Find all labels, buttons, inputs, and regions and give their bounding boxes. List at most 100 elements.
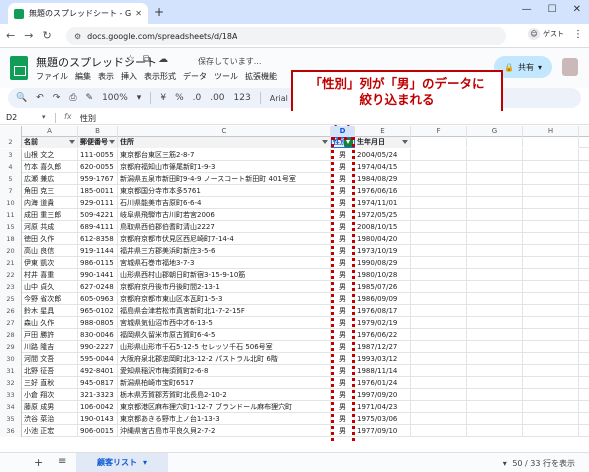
name-cell[interactable]: 鈴木 星具	[22, 305, 78, 317]
back-icon[interactable]: ←	[6, 29, 15, 42]
menu-format[interactable]: 表示形式	[144, 71, 176, 82]
name-cell[interactable]: 伊東 凱次	[22, 257, 78, 269]
empty-cell[interactable]	[467, 329, 523, 341]
empty-cell[interactable]	[467, 317, 523, 329]
number-format-button[interactable]: 123	[234, 93, 251, 103]
sex-cell[interactable]: 男	[331, 413, 355, 425]
zip-cell[interactable]: 492-8401	[78, 365, 118, 377]
empty-cell[interactable]	[411, 377, 467, 389]
birthdate-cell[interactable]: 1973/10/19	[355, 245, 411, 257]
move-folder-icon[interactable]: ⧉	[143, 54, 150, 65]
address-cell[interactable]: 宮城県気仙沼市西中才6-13-5	[118, 317, 331, 329]
zip-cell[interactable]: 627-0248	[78, 281, 118, 293]
empty-cell[interactable]	[411, 269, 467, 281]
address-cell[interactable]: 福岡県久留米市原古賀町6-4-5	[118, 329, 331, 341]
empty-cell[interactable]	[523, 137, 579, 148]
sex-cell[interactable]: 男	[331, 317, 355, 329]
menu-file[interactable]: ファイル	[36, 71, 68, 82]
name-cell[interactable]: 今野 省次郎	[22, 293, 78, 305]
address-cell[interactable]: 新潟県柏崎市宝町6517	[118, 377, 331, 389]
star-icon[interactable]: ☆	[126, 54, 135, 65]
row-number[interactable]: 34	[0, 401, 22, 413]
empty-cell[interactable]	[411, 401, 467, 413]
decrease-decimal-button[interactable]: .0	[193, 93, 202, 103]
birthdate-cell[interactable]: 1976/01/24	[355, 377, 411, 389]
row-number[interactable]: 11	[0, 209, 22, 221]
filter-icon[interactable]	[402, 140, 408, 144]
row-number[interactable]: 30	[0, 353, 22, 365]
empty-cell[interactable]	[467, 365, 523, 377]
empty-cell[interactable]	[411, 209, 467, 221]
sex-cell[interactable]: 男	[331, 221, 355, 233]
address-cell[interactable]: 大阪府泉北郡忠岡町北3-12-2 パストラル北町 6階	[118, 353, 331, 365]
birthdate-cell[interactable]: 1971/04/23	[355, 401, 411, 413]
browser-menu-icon[interactable]: ⋮	[573, 29, 583, 40]
address-cell[interactable]: 山形県山形市千石5-12-5 セレッソ千石 506号室	[118, 341, 331, 353]
currency-format-button[interactable]: ¥	[160, 93, 166, 103]
empty-cell[interactable]	[523, 269, 579, 281]
empty-cell[interactable]	[411, 197, 467, 209]
sex-cell[interactable]: 男	[331, 233, 355, 245]
name-cell[interactable]: 成田 重三郎	[22, 209, 78, 221]
search-menus-icon[interactable]: 🔍	[16, 93, 27, 103]
empty-cell[interactable]	[523, 245, 579, 257]
empty-cell[interactable]	[411, 137, 467, 148]
row-number[interactable]: 36	[0, 425, 22, 437]
birthdate-cell[interactable]: 1997/09/20	[355, 389, 411, 401]
sex-cell[interactable]: 男	[331, 173, 355, 185]
empty-cell[interactable]	[411, 353, 467, 365]
sex-cell[interactable]: 男	[331, 389, 355, 401]
row-number[interactable]: 10	[0, 197, 22, 209]
address-cell[interactable]: 京都府京丹後市丹後町間2-13-1	[118, 281, 331, 293]
empty-cell[interactable]	[467, 173, 523, 185]
birthdate-cell[interactable]: 1972/05/25	[355, 209, 411, 221]
url-input[interactable]: ⚙ docs.google.com/spreadsheets/d/18A	[66, 27, 506, 45]
empty-cell[interactable]	[467, 305, 523, 317]
name-cell[interactable]: 小倉 翔次	[22, 389, 78, 401]
zip-cell[interactable]: 689-4111	[78, 221, 118, 233]
row-number[interactable]: 2	[0, 137, 22, 148]
zip-cell[interactable]: 986-0115	[78, 257, 118, 269]
name-cell[interactable]: 内海 道貴	[22, 197, 78, 209]
sex-cell[interactable]: 男	[331, 209, 355, 221]
name-cell[interactable]: 山根 文之	[22, 149, 78, 161]
empty-cell[interactable]	[467, 341, 523, 353]
sex-cell[interactable]: 男	[331, 329, 355, 341]
name-cell[interactable]: 村井 喜重	[22, 269, 78, 281]
empty-cell[interactable]	[523, 305, 579, 317]
empty-cell[interactable]	[523, 149, 579, 161]
address-cell[interactable]: 京都府京都市東山区本瓦町1-5-3	[118, 293, 331, 305]
row-number[interactable]: 23	[0, 281, 22, 293]
sex-cell[interactable]: 男	[331, 257, 355, 269]
row-number[interactable]: 7	[0, 185, 22, 197]
address-cell[interactable]: 東京都あきる野市上ノ台1-13-3	[118, 413, 331, 425]
percent-format-button[interactable]: %	[175, 93, 184, 103]
empty-cell[interactable]	[411, 389, 467, 401]
formula-input[interactable]: 性別	[80, 113, 96, 124]
column-header-d[interactable]: D	[331, 126, 355, 137]
zip-cell[interactable]: 906-0015	[78, 425, 118, 437]
birthdate-cell[interactable]: 2004/05/24	[355, 149, 411, 161]
header-cell[interactable]: 郵便番号	[78, 137, 118, 148]
empty-cell[interactable]	[411, 173, 467, 185]
zip-cell[interactable]: 929-0111	[78, 197, 118, 209]
birthdate-cell[interactable]: 1980/04/20	[355, 233, 411, 245]
sex-cell[interactable]: 男	[331, 149, 355, 161]
address-cell[interactable]: 東京都港区麻布狸穴町1-12-7 ブランドール麻布狸穴町	[118, 401, 331, 413]
site-info-icon[interactable]: ⚙	[74, 32, 81, 41]
birthdate-cell[interactable]: 1976/08/17	[355, 305, 411, 317]
zip-cell[interactable]: 919-1144	[78, 245, 118, 257]
redo-icon[interactable]: ↷	[53, 93, 61, 103]
empty-cell[interactable]	[411, 233, 467, 245]
zip-cell[interactable]: 959-1767	[78, 173, 118, 185]
name-cell[interactable]: 藤原 成男	[22, 401, 78, 413]
zip-cell[interactable]: 945-0817	[78, 377, 118, 389]
empty-cell[interactable]	[523, 377, 579, 389]
sex-cell[interactable]: 男	[331, 185, 355, 197]
empty-cell[interactable]	[523, 317, 579, 329]
increase-decimal-button[interactable]: .00	[210, 93, 224, 103]
filter-icon[interactable]	[109, 140, 115, 144]
undo-icon[interactable]: ↶	[36, 93, 44, 103]
sheets-logo-icon[interactable]	[10, 56, 28, 80]
menu-extensions[interactable]: 拡張機能	[245, 71, 277, 82]
